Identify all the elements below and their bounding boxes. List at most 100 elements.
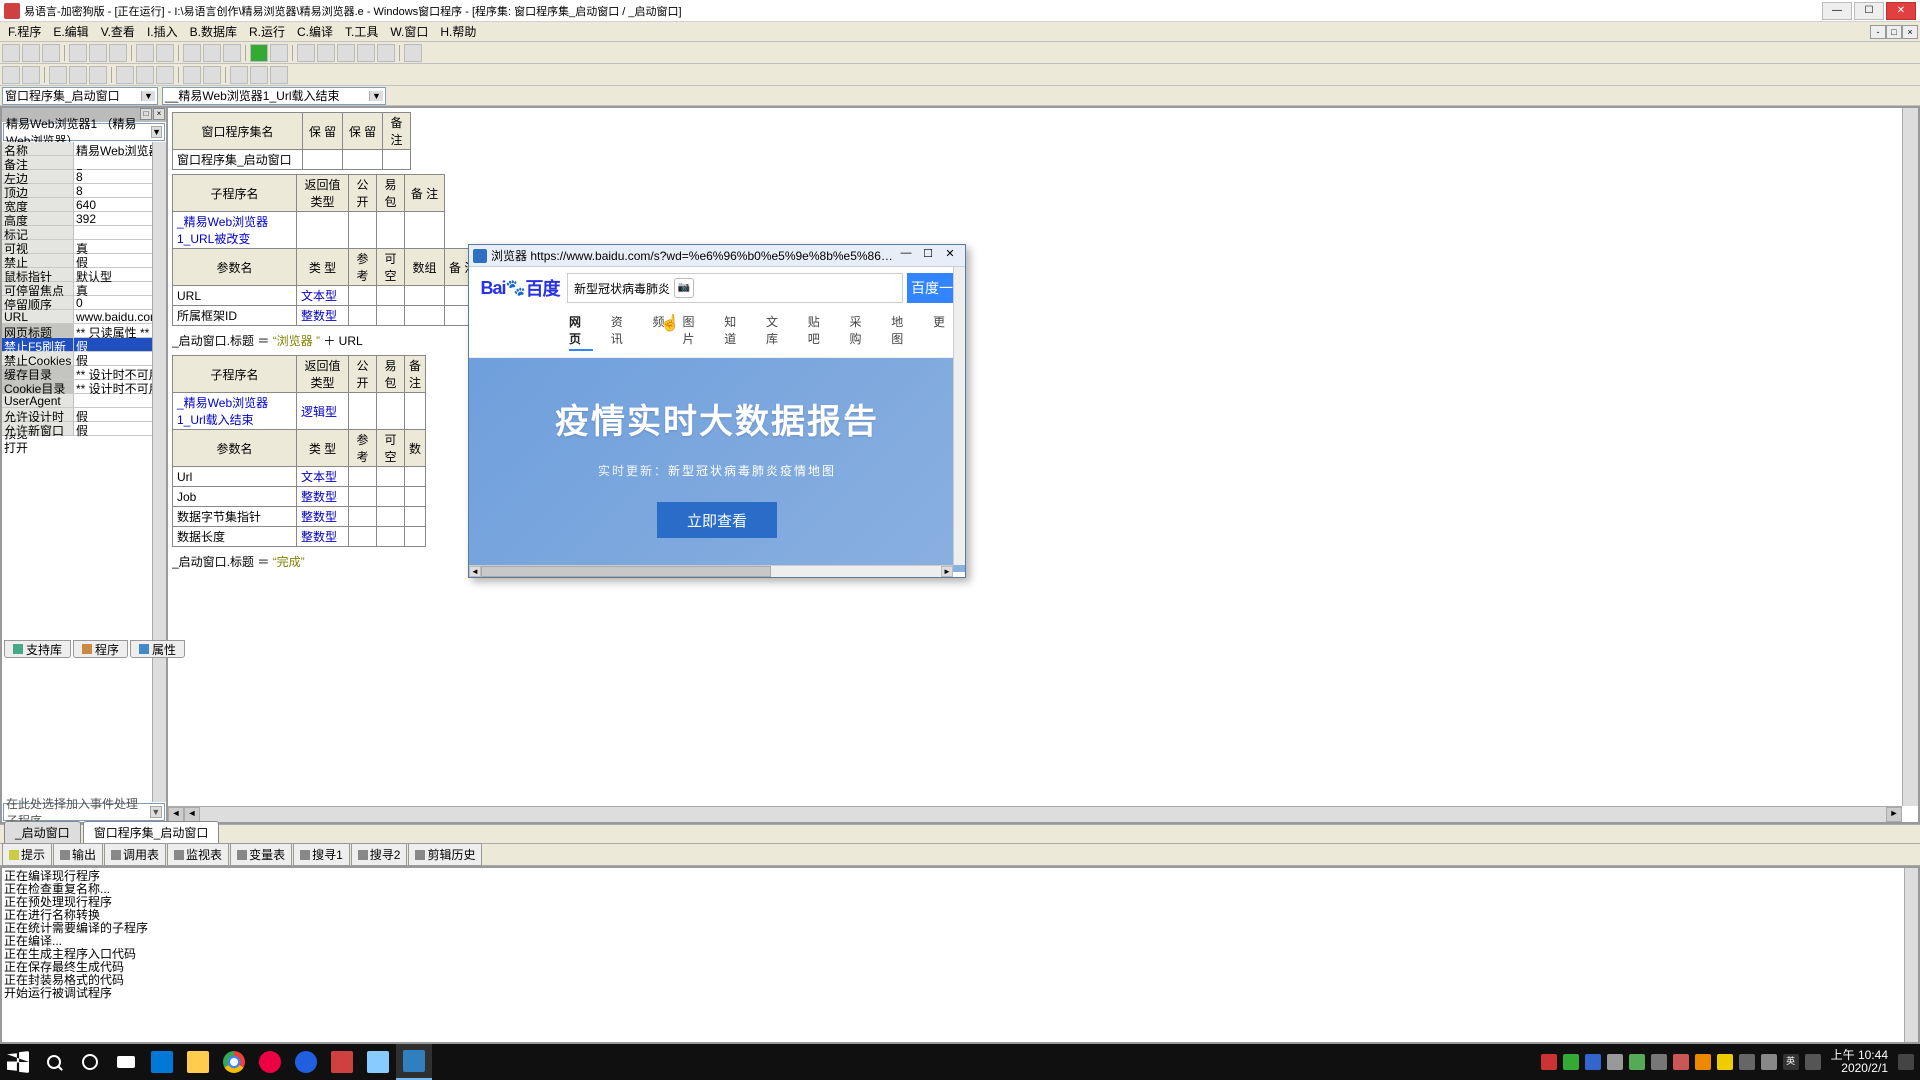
table-row[interactable]: 窗口程序集_启动窗口 [173,150,411,170]
properties-grid[interactable]: 名称精易Web浏览器1备注左边8顶边8宽度640高度392标记可视真禁止假鼠标指… [2,142,166,802]
chrome-icon[interactable] [216,1044,252,1080]
property-row[interactable]: 顶边8 [2,184,166,198]
scroll-left-icon[interactable]: ◄ [469,566,481,577]
browser-maximize[interactable]: ☐ [917,247,939,265]
tab-wenku[interactable]: 文库 [766,313,790,351]
table-row[interactable]: Url文本型 [173,467,426,487]
tb-redo[interactable] [156,44,174,62]
al-3[interactable] [49,66,67,84]
tray-icon[interactable] [1695,1054,1711,1070]
tray-icon[interactable] [1541,1054,1557,1070]
menu-program[interactable]: F.程序 [2,21,47,42]
scrollbar-vertical[interactable] [152,142,166,802]
property-row[interactable]: 可停留焦点真 [2,282,166,296]
menu-compile[interactable]: C.编译 [291,21,339,42]
al-5[interactable] [89,66,107,84]
tab-image[interactable]: 图片 [683,313,707,351]
tray-icon[interactable] [1585,1054,1601,1070]
al-8[interactable] [156,66,174,84]
property-row[interactable]: 鼠标指针默认型 [2,268,166,282]
scroll-left-icon[interactable]: ◄ [168,807,184,822]
al-7[interactable] [136,66,154,84]
tray-icon[interactable] [1673,1054,1689,1070]
property-row[interactable]: 网页标题** 只读属性 ** [2,324,166,338]
property-row[interactable]: 禁止Cookies假 [2,352,166,366]
view-now-button[interactable]: 立即查看 [657,502,777,538]
minimize-button[interactable]: — [1822,2,1852,20]
component-selector[interactable]: 精易Web浏览器1 （精易Web浏览器） ▼ [3,123,165,141]
code-line[interactable]: _启动窗口.标题 ＝ “浏览器 ” ＋ URL [172,330,1902,351]
edge-icon[interactable] [144,1044,180,1080]
tab-search2[interactable]: 搜寻2 [351,843,408,866]
menu-view[interactable]: V.查看 [95,21,141,42]
property-row[interactable]: URLwww.baidu.com [2,310,166,324]
tray-icon[interactable] [1739,1054,1755,1070]
mdi-restore[interactable]: □ [1886,25,1902,39]
tb-copy[interactable] [89,44,107,62]
tb-win3[interactable] [223,44,241,62]
maximize-button[interactable]: ☐ [1854,2,1884,20]
tray-icon[interactable] [1629,1054,1645,1070]
tb-new[interactable] [2,44,20,62]
property-row[interactable]: 左边8 [2,170,166,184]
al-9[interactable] [183,66,201,84]
app-icon-3[interactable] [324,1044,360,1080]
menu-insert[interactable]: I.插入 [141,21,184,42]
tb-step3[interactable] [337,44,355,62]
tab-output[interactable]: 输出 [53,843,103,866]
tb-stop[interactable] [270,44,288,62]
panel-close-icon[interactable]: × [153,108,165,120]
baidu-logo[interactable]: Bai🐾百度 [477,274,563,302]
mdi-minimize[interactable]: - [1870,25,1886,39]
tray-icon[interactable] [1563,1054,1579,1070]
app-icon-1[interactable] [252,1044,288,1080]
tb-run[interactable] [250,44,268,62]
table-row[interactable]: _精易Web浏览器1_URL被改变 [173,212,481,249]
tab-news[interactable]: 资讯 [611,313,635,351]
tab-video[interactable]: 频 [653,313,665,351]
code-editor[interactable]: 窗口程序集名 保 留 保 留 备 注 窗口程序集_启动窗口 子程序名 返回值类型… [168,106,1920,824]
table-row[interactable]: _精易Web浏览器1_Url载入结束 逻辑型 [173,393,426,430]
property-row[interactable]: 缓存目录** 设计时不可用 [2,366,166,380]
al-10[interactable] [203,66,221,84]
property-row[interactable]: Cookie目录** 设计时不可用 [2,380,166,394]
clock[interactable]: 上午 10:44 2020/2/1 [1827,1049,1892,1075]
tab-more[interactable]: 更 [933,313,945,351]
property-row[interactable]: 允许设计时预览假 [2,408,166,422]
al-1[interactable] [2,66,20,84]
tab-map[interactable]: 地图 [891,313,915,351]
scrollbar-horizontal[interactable]: ◄ ◄ ► [168,806,1902,822]
property-row[interactable]: 高度392 [2,212,166,226]
scrollbar-vertical[interactable] [1904,868,1918,1042]
menu-window[interactable]: W.窗口 [384,21,434,42]
tab-tips[interactable]: 提示 [2,843,52,866]
mdi-close[interactable]: × [1902,25,1918,39]
tb-save[interactable] [42,44,60,62]
tray-icon[interactable] [1805,1054,1821,1070]
tb-undo[interactable] [136,44,154,62]
property-row[interactable]: 停留顺序0 [2,296,166,310]
app-icon-4[interactable] [360,1044,396,1080]
menu-help[interactable]: H.帮助 [434,21,482,42]
tray-icon[interactable] [1651,1054,1667,1070]
tab-properties[interactable]: 属性 [130,640,185,658]
cortana-icon[interactable] [72,1044,108,1080]
tb-paste[interactable] [109,44,127,62]
al-12[interactable] [250,66,268,84]
notifications-icon[interactable] [1898,1054,1914,1070]
tb-step2[interactable] [317,44,335,62]
combo-method[interactable]: __精易Web浏览器1_Url载入结束 ▼ [162,87,386,105]
tb-win2[interactable] [203,44,221,62]
tb-open[interactable] [22,44,40,62]
tab-start-window[interactable]: _启动窗口 [4,821,81,843]
table-row[interactable]: 所属框架ID 整数型 [173,306,481,326]
camera-icon[interactable]: 📷 [674,278,694,298]
close-button[interactable]: ✕ [1886,2,1916,20]
table-row[interactable]: URL 文本型 [173,286,481,306]
tray-icon[interactable] [1717,1054,1733,1070]
browser-minimize[interactable]: — [895,247,917,265]
property-row[interactable]: 允许新窗口打开假 [2,422,166,436]
explorer-icon[interactable] [180,1044,216,1080]
code-line[interactable]: ➤ _启动窗口.标题 ＝ “完成” [172,551,1902,572]
table-row[interactable]: 数据长度整数型 [173,527,426,547]
